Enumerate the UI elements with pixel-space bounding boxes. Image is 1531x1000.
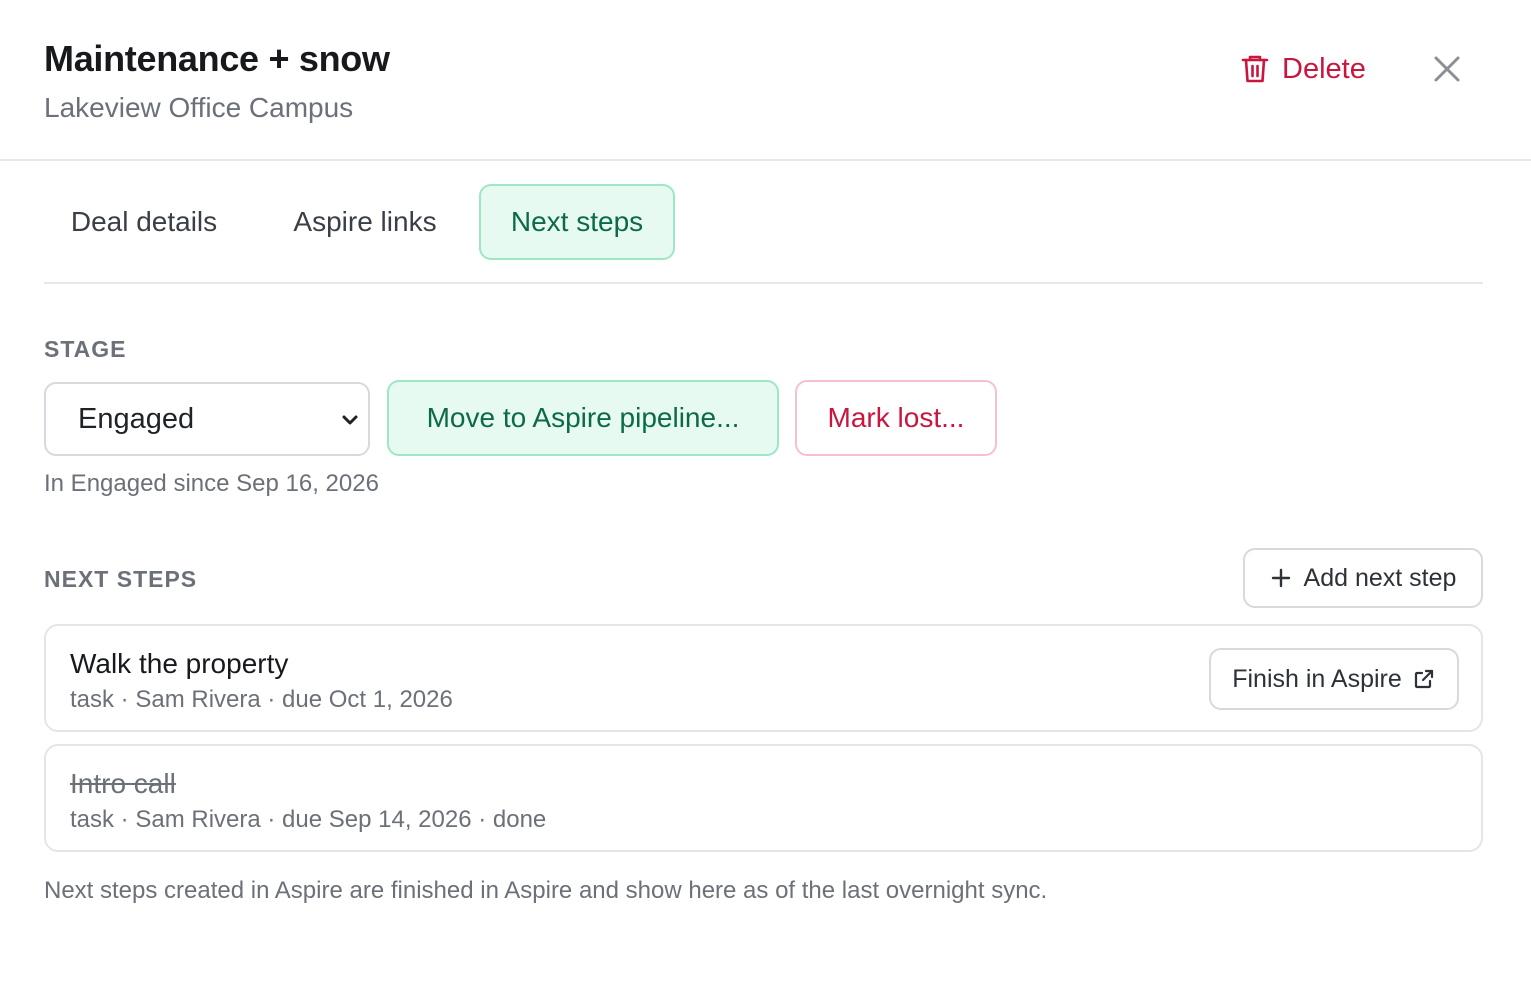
stage-selected-value: Engaged bbox=[78, 402, 195, 435]
next-steps-section-label: NEXT STEPS bbox=[44, 566, 198, 592]
sync-footnote: Next steps created in Aspire are finishe… bbox=[44, 877, 1048, 904]
finish-in-aspire-button[interactable]: Finish in Aspire bbox=[1209, 648, 1459, 710]
list-item: Walk the property task · Sam Rivera · du… bbox=[44, 624, 1483, 732]
stage-since-text: In Engaged since Sep 16, 2026 bbox=[44, 470, 379, 497]
page-title: Maintenance + snow bbox=[44, 38, 390, 79]
page-subtitle: Lakeview Office Campus bbox=[44, 92, 354, 123]
deal-panel: Maintenance + snow Lakeview Office Campu… bbox=[0, 0, 1531, 1000]
mark-lost-button[interactable]: Mark lost... bbox=[795, 380, 997, 456]
stage-select[interactable]: Engaged bbox=[44, 382, 370, 456]
move-to-pipeline-button[interactable]: Move to Aspire pipeline... bbox=[387, 380, 779, 456]
next-step-title: Walk the property bbox=[70, 648, 289, 679]
stage-section-label: STAGE bbox=[44, 336, 127, 362]
next-step-title: Intro call bbox=[70, 768, 176, 799]
list-item: Intro call task · Sam Rivera · due Sep 1… bbox=[44, 744, 1483, 852]
next-step-meta: task · Sam Rivera · due Oct 1, 2026 bbox=[70, 686, 453, 713]
tab-bar: Deal details Aspire links Next steps bbox=[44, 184, 1483, 284]
plus-icon bbox=[1271, 568, 1290, 588]
add-next-step-label: Add next step bbox=[1303, 563, 1457, 592]
tab-next-steps[interactable]: Next steps bbox=[479, 184, 675, 260]
add-next-step-button[interactable]: Add next step bbox=[1243, 548, 1483, 608]
delete-label: Delete bbox=[1282, 52, 1366, 85]
panel-header: Maintenance + snow Lakeview Office Campu… bbox=[0, 0, 1531, 161]
tab-aspire-links[interactable]: Aspire links bbox=[266, 184, 464, 260]
tab-deal-details[interactable]: Deal details bbox=[44, 184, 244, 260]
external-link-icon bbox=[1414, 669, 1433, 689]
close-icon[interactable] bbox=[1428, 50, 1466, 88]
trash-icon bbox=[1241, 55, 1269, 83]
next-step-meta: task · Sam Rivera · due Sep 14, 2026 · d… bbox=[70, 806, 547, 833]
chevron-down-icon bbox=[342, 415, 358, 425]
delete-button[interactable]: Delete bbox=[1240, 46, 1366, 92]
finish-in-aspire-label: Finish in Aspire bbox=[1232, 664, 1402, 693]
